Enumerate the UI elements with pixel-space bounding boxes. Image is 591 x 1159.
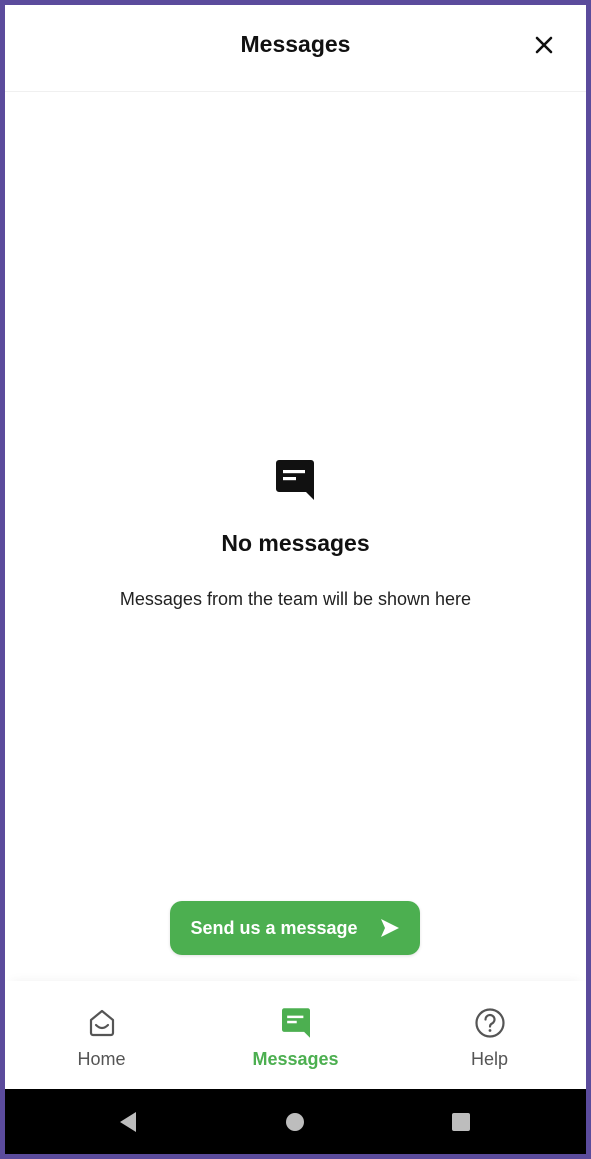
close-icon bbox=[535, 36, 553, 54]
tab-messages[interactable]: Messages bbox=[199, 981, 392, 1089]
empty-state-title: No messages bbox=[221, 530, 370, 556]
header: Messages bbox=[5, 5, 586, 92]
recents-icon bbox=[452, 1112, 470, 1131]
message-icon bbox=[276, 460, 314, 500]
send-message-label: Send us a message bbox=[190, 917, 358, 938]
tab-help-label: Help bbox=[470, 1049, 509, 1069]
home-icon bbox=[86, 1007, 118, 1039]
app-frame: Messages No messages Messages from the t… bbox=[5, 5, 586, 1154]
send-message-button[interactable]: Send us a message bbox=[170, 901, 420, 955]
send-icon bbox=[380, 918, 400, 938]
home-circle-icon bbox=[286, 1112, 304, 1131]
tab-help[interactable]: Help bbox=[393, 981, 586, 1089]
home-nav-button[interactable] bbox=[265, 1089, 325, 1154]
bottom-tab-bar: Home Messages Help bbox=[5, 981, 586, 1089]
back-icon bbox=[120, 1111, 136, 1132]
help-icon bbox=[474, 1007, 506, 1039]
tab-messages-label: Messages bbox=[252, 1049, 339, 1069]
system-navigation-bar bbox=[5, 1089, 586, 1154]
messages-icon bbox=[280, 1007, 312, 1039]
page-title: Messages bbox=[240, 31, 351, 57]
tab-home-label: Home bbox=[77, 1049, 126, 1069]
recents-button[interactable] bbox=[431, 1089, 491, 1154]
tab-home[interactable]: Home bbox=[5, 981, 198, 1089]
empty-state-subtitle: Messages from the team will be shown her… bbox=[119, 589, 472, 609]
close-button[interactable] bbox=[530, 31, 558, 59]
back-button[interactable] bbox=[98, 1089, 158, 1154]
